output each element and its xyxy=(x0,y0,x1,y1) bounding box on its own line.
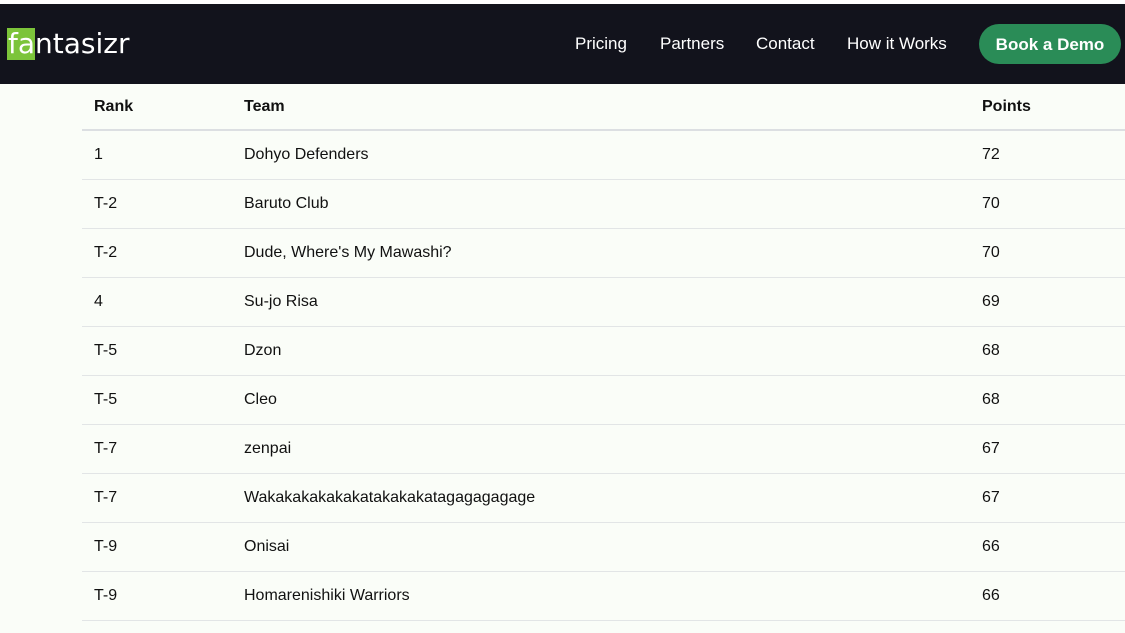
points-cell: 67 xyxy=(970,424,1125,474)
logo-wordmark: ntasizr xyxy=(35,27,130,60)
table-row: T-5 Dzon 68 xyxy=(82,326,1125,376)
column-header-points: Points xyxy=(970,84,1125,131)
fantasizr-logo[interactable]: fa ntasizr xyxy=(7,28,129,60)
team-cell: Cleo xyxy=(232,375,970,425)
table-row: T-7 zenpai 67 xyxy=(82,424,1125,474)
team-cell: zenpai xyxy=(232,424,970,474)
table-header-row: Rank Team Points xyxy=(82,84,1125,131)
rank-cell: 4 xyxy=(82,277,232,327)
points-cell: 68 xyxy=(970,326,1125,376)
team-cell: Dude, Where's My Mawashi? xyxy=(232,228,970,278)
table-row: T-7 Wakakakakakakatakakakatagagagagage 6… xyxy=(82,473,1125,523)
table-row: T-5 Cleo 68 xyxy=(82,375,1125,425)
table-row: T-2 Baruto Club 70 xyxy=(82,179,1125,229)
points-cell: 68 xyxy=(970,375,1125,425)
team-cell: Homarenishiki Warriors xyxy=(232,571,970,621)
table-row: 4 Su-jo Risa 69 xyxy=(82,277,1125,327)
table-row: T-2 Dude, Where's My Mawashi? 70 xyxy=(82,228,1125,278)
points-cell: 69 xyxy=(970,277,1125,327)
table-row: T-9 Homarenishiki Warriors 66 xyxy=(82,571,1125,621)
team-cell: Su-jo Risa xyxy=(232,277,970,327)
nav-link-contact[interactable]: Contact xyxy=(756,32,815,56)
team-cell: Baruto Club xyxy=(232,179,970,229)
column-header-team: Team xyxy=(232,84,970,131)
rank-cell: T-9 xyxy=(82,522,232,572)
rank-cell: T-5 xyxy=(82,326,232,376)
nav-link-pricing[interactable]: Pricing xyxy=(575,32,627,56)
points-cell: 72 xyxy=(970,130,1125,180)
team-cell: Dohyo Defenders xyxy=(232,130,970,180)
rank-cell: T-2 xyxy=(82,228,232,278)
nav-link-partners[interactable]: Partners xyxy=(660,32,724,56)
points-cell: 66 xyxy=(970,522,1125,572)
points-cell: 70 xyxy=(970,179,1125,229)
rank-cell: 1 xyxy=(82,130,232,180)
table-row: 1 Dohyo Defenders 72 xyxy=(82,130,1125,180)
rank-cell: T-5 xyxy=(82,375,232,425)
team-cell: Wakakakakakakatakakakatagagagagage xyxy=(232,473,970,523)
table-row: T-9 Onisai 66 xyxy=(82,522,1125,572)
rank-cell: T-2 xyxy=(82,179,232,229)
logo-mark: fa xyxy=(7,27,36,60)
navbar: fa ntasizr Pricing Partners Contact How i… xyxy=(0,4,1125,84)
leaderboard-table-container: Rank Team Points 1 Dohyo Defenders 72 T-… xyxy=(82,84,1125,621)
points-cell: 67 xyxy=(970,473,1125,523)
rank-cell: T-7 xyxy=(82,424,232,474)
team-cell: Dzon xyxy=(232,326,970,376)
rank-cell: T-7 xyxy=(82,473,232,523)
column-header-rank: Rank xyxy=(82,84,232,131)
points-cell: 66 xyxy=(970,571,1125,621)
leaderboard-table: Rank Team Points 1 Dohyo Defenders 72 T-… xyxy=(82,84,1125,621)
rank-cell: T-9 xyxy=(82,571,232,621)
points-cell: 70 xyxy=(970,228,1125,278)
book-a-demo-button[interactable]: Book a Demo xyxy=(979,24,1121,64)
nav-link-how-it-works[interactable]: How it Works xyxy=(847,32,947,56)
team-cell: Onisai xyxy=(232,522,970,572)
